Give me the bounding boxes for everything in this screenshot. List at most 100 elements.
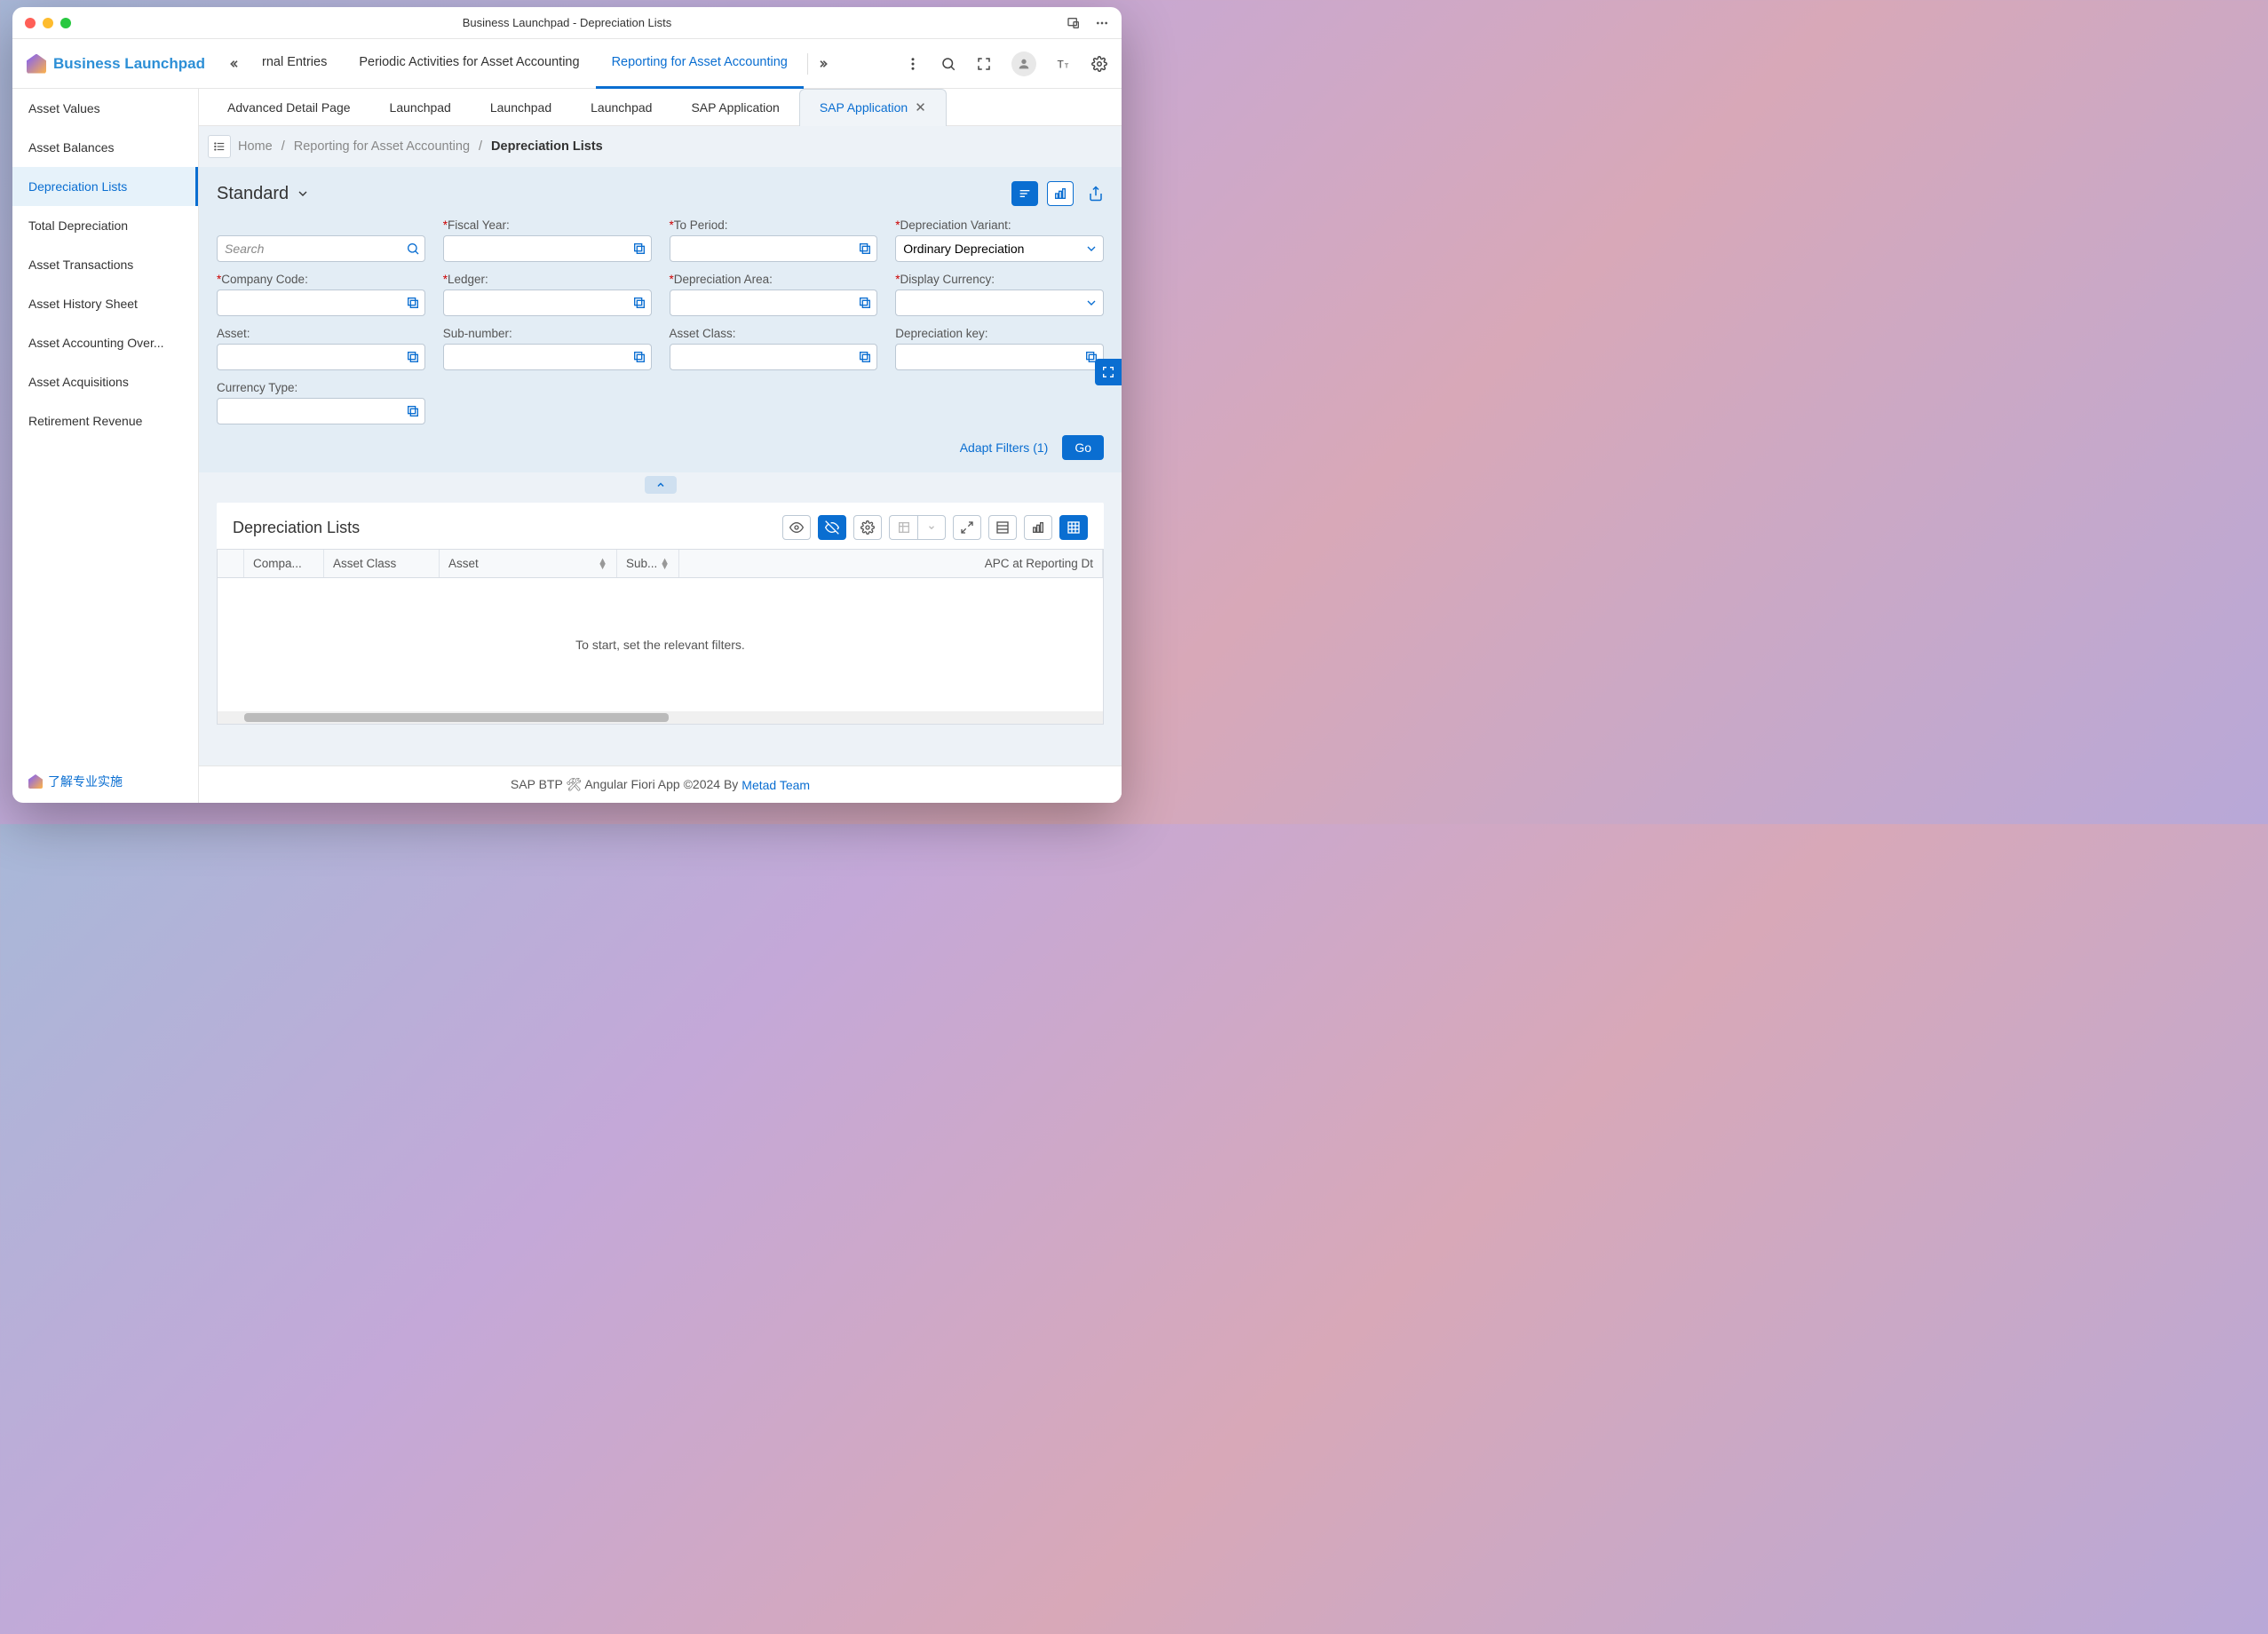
breadcrumb-row: Home / Reporting for Asset Accounting / … (199, 126, 1122, 167)
hide-button[interactable] (818, 515, 846, 540)
tab-sap-application-1[interactable]: SAP Application (671, 89, 798, 126)
tab-launchpad-1[interactable]: Launchpad (370, 89, 471, 126)
grid-empty-state: To start, set the relevant filters. (218, 578, 1103, 711)
grid-col-company[interactable]: Compa... (244, 550, 324, 577)
grid-col-sub[interactable]: Sub...▲▼ (617, 550, 679, 577)
adapt-filters-link[interactable]: Adapt Filters (1) (960, 440, 1049, 455)
value-help-icon[interactable] (632, 296, 646, 310)
grid-header-row: Compa... Asset Class Asset▲▼ Sub...▲▼ AP… (218, 549, 1103, 578)
search-icon[interactable] (940, 56, 956, 72)
show-button[interactable] (782, 515, 811, 540)
value-help-icon[interactable] (406, 296, 420, 310)
value-help-icon[interactable] (406, 350, 420, 364)
list-toggle-button[interactable] (208, 135, 231, 158)
nav-scroll-left-icon[interactable] (221, 57, 246, 71)
export-dropdown-button[interactable] (917, 515, 946, 540)
expand-fab-button[interactable] (1095, 359, 1122, 385)
svg-text:T: T (1058, 58, 1065, 70)
responsive-icon[interactable] (1067, 16, 1081, 30)
grid-layout-button[interactable] (1059, 515, 1088, 540)
depreciation-area-input[interactable] (670, 290, 878, 316)
topnav-item-journal-entries[interactable]: rnal Entries (246, 39, 343, 89)
share-icon[interactable] (1088, 186, 1104, 202)
footer-metad-link[interactable]: Metad Team (741, 778, 810, 792)
value-help-icon[interactable] (406, 404, 420, 418)
overflow-menu-icon[interactable] (905, 56, 921, 72)
grid-horizontal-scrollbar[interactable] (218, 711, 1103, 724)
nav-scroll-right-icon[interactable] (812, 57, 837, 71)
sort-icon[interactable]: ▲▼ (660, 559, 670, 569)
more-icon[interactable] (1095, 16, 1109, 30)
brand-name: Business Launchpad (53, 55, 205, 73)
sidebar-item-asset-transactions[interactable]: Asset Transactions (12, 245, 198, 284)
brand-logo[interactable]: Business Launchpad (27, 54, 205, 74)
sidebar-item-asset-acquisitions[interactable]: Asset Acquisitions (12, 362, 198, 401)
minimize-window-button[interactable] (43, 18, 53, 28)
currency-type-input[interactable] (217, 398, 425, 424)
maximize-table-button[interactable] (953, 515, 981, 540)
ledger-input[interactable] (443, 290, 652, 316)
breadcrumb-home[interactable]: Home (238, 139, 273, 154)
breadcrumb-parent[interactable]: Reporting for Asset Accounting (294, 139, 470, 154)
tab-advanced-detail[interactable]: Advanced Detail Page (208, 89, 370, 126)
chart-layout-button[interactable] (1024, 515, 1052, 540)
sort-icon[interactable]: ▲▼ (598, 559, 607, 569)
text-size-icon[interactable]: TT (1056, 56, 1072, 72)
table-layout-button[interactable] (988, 515, 1017, 540)
chevron-down-icon[interactable] (1084, 296, 1098, 310)
depreciation-key-field: Depreciation key: (895, 327, 1104, 370)
sidebar-item-asset-history-sheet[interactable]: Asset History Sheet (12, 284, 198, 323)
fullscreen-icon[interactable] (976, 56, 992, 72)
value-help-icon[interactable] (858, 296, 872, 310)
chevron-down-icon[interactable] (1084, 242, 1098, 256)
asset-field: Asset: (217, 327, 425, 370)
user-avatar[interactable] (1011, 52, 1036, 76)
maximize-window-button[interactable] (60, 18, 71, 28)
sidebar-item-asset-values[interactable]: Asset Values (12, 89, 198, 128)
to-period-input[interactable] (670, 235, 878, 262)
sidebar-item-total-depreciation[interactable]: Total Depreciation (12, 206, 198, 245)
scrollbar-thumb[interactable] (244, 713, 670, 722)
go-button[interactable]: Go (1062, 435, 1104, 460)
search-field (217, 218, 425, 262)
chart-view-button[interactable] (1047, 181, 1074, 206)
grid-col-select[interactable] (218, 550, 244, 577)
grid-col-asset-class[interactable]: Asset Class (324, 550, 440, 577)
grid-col-apc[interactable]: APC at Reporting Dt (679, 550, 1103, 577)
search-input[interactable] (217, 235, 425, 262)
tab-launchpad-2[interactable]: Launchpad (471, 89, 571, 126)
asset-class-input[interactable] (670, 344, 878, 370)
sidebar-item-asset-balances[interactable]: Asset Balances (12, 128, 198, 167)
search-icon[interactable] (406, 242, 420, 256)
sub-number-input[interactable] (443, 344, 652, 370)
depreciation-variant-select[interactable] (895, 235, 1104, 262)
variant-selector[interactable]: Standard (217, 184, 310, 204)
collapse-filters-button[interactable] (645, 476, 677, 494)
grid-col-asset[interactable]: Asset▲▼ (440, 550, 617, 577)
value-help-icon[interactable] (858, 350, 872, 364)
asset-input[interactable] (217, 344, 425, 370)
sidebar-item-asset-accounting-overview[interactable]: Asset Accounting Over... (12, 323, 198, 362)
value-help-icon[interactable] (632, 242, 646, 256)
sidebar-item-depreciation-lists[interactable]: Depreciation Lists (12, 167, 198, 206)
tab-sap-application-2[interactable]: SAP Application✕ (799, 89, 947, 126)
display-currency-select[interactable] (895, 290, 1104, 316)
sidebar-item-retirement-revenue[interactable]: Retirement Revenue (12, 401, 198, 440)
close-tab-icon[interactable]: ✕ (915, 99, 926, 115)
close-window-button[interactable] (25, 18, 36, 28)
settings-icon[interactable] (1091, 56, 1107, 72)
topnav-item-reporting[interactable]: Reporting for Asset Accounting (596, 39, 804, 89)
sidebar-footer-link[interactable]: 了解专业实施 (12, 760, 198, 803)
topnav-item-periodic-activities[interactable]: Periodic Activities for Asset Accounting (343, 39, 595, 89)
value-help-icon[interactable] (632, 350, 646, 364)
export-button[interactable] (889, 515, 917, 540)
company-code-field: *Company Code: (217, 273, 425, 316)
fiscal-year-input[interactable] (443, 235, 652, 262)
depreciation-key-input[interactable] (895, 344, 1104, 370)
table-settings-button[interactable] (853, 515, 882, 540)
filter-view-button[interactable] (1011, 181, 1038, 206)
value-help-icon[interactable] (858, 242, 872, 256)
company-code-input[interactable] (217, 290, 425, 316)
window-controls (25, 18, 71, 28)
tab-launchpad-3[interactable]: Launchpad (571, 89, 671, 126)
